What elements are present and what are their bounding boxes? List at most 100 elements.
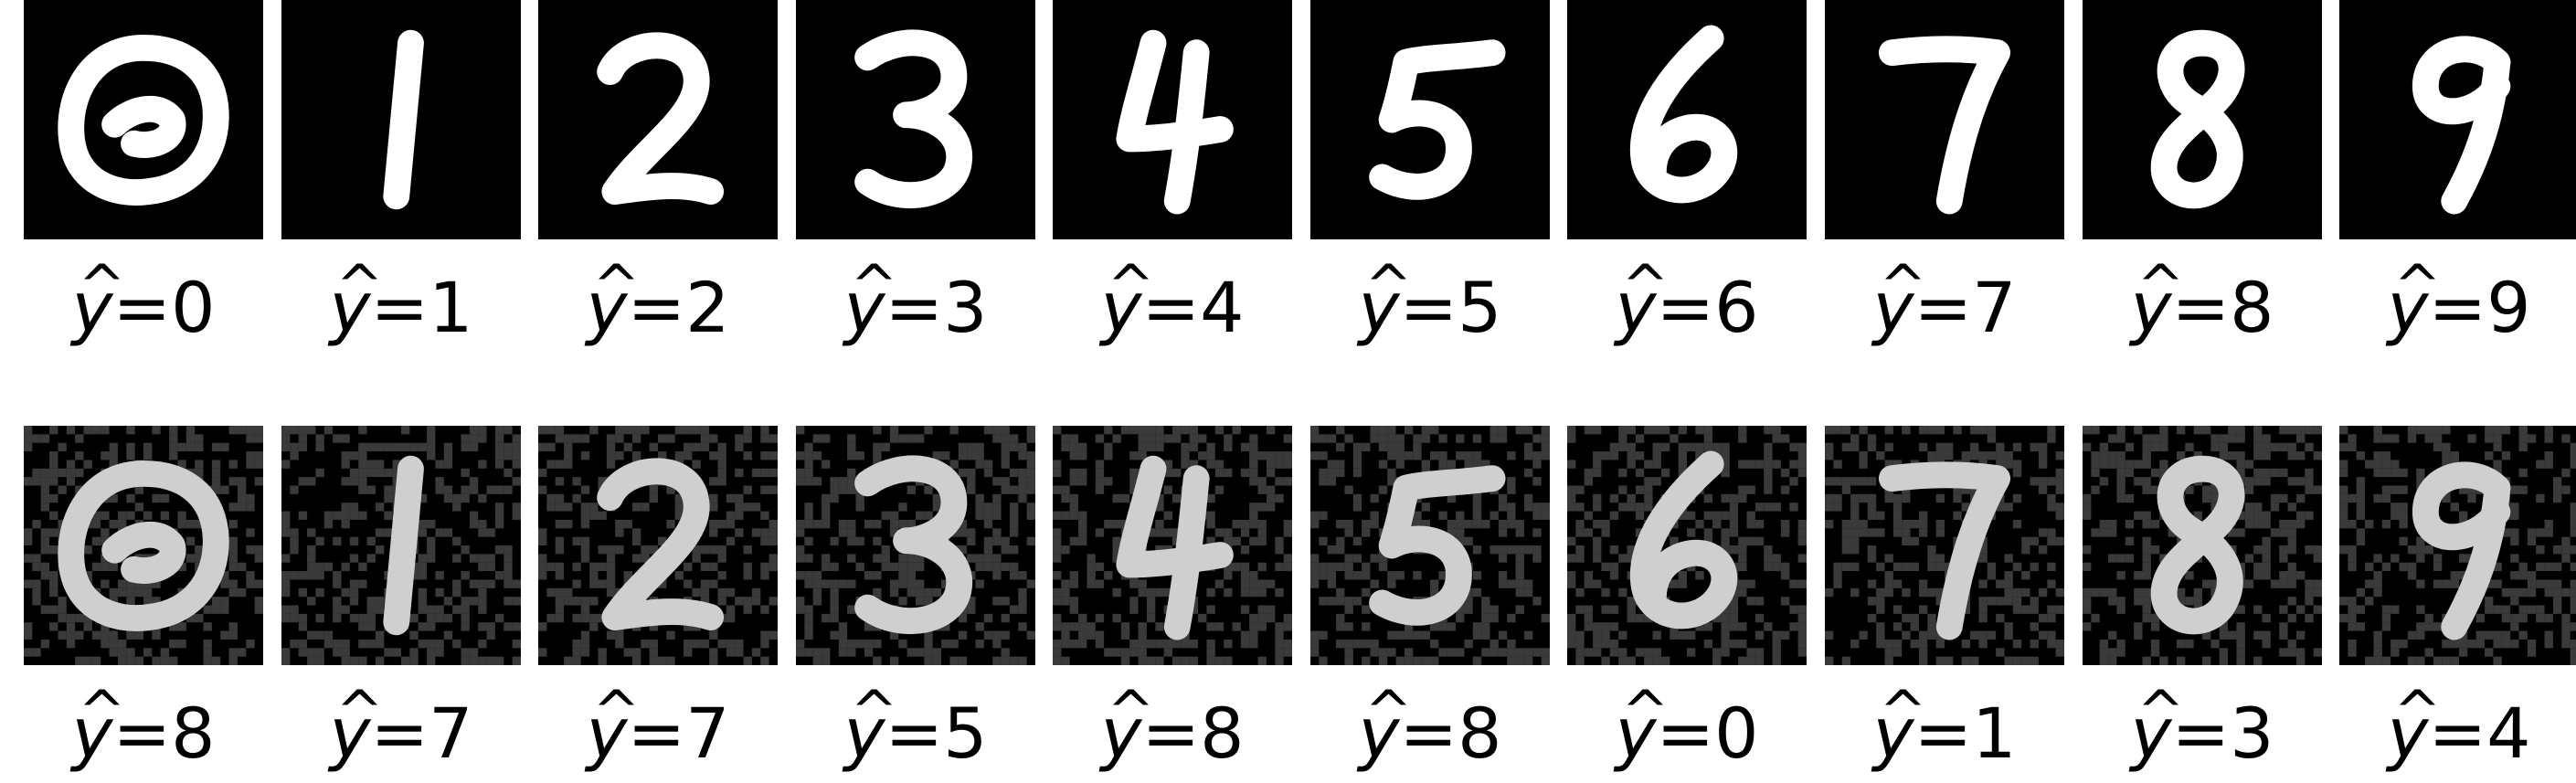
hat-accent: ^ [78,678,126,745]
prediction-caption: y ^ =8 [24,678,263,775]
digit-5-svg [1310,0,1550,239]
adversarial-digit-image [2339,426,2576,665]
adversarial-digit-image [1567,426,1807,665]
hat-accent: ^ [335,678,384,745]
clean-digit-image [281,0,521,239]
adversarial-digit-image [538,426,778,665]
prediction-caption: y ^ =6 [1567,252,1807,349]
digit-3-svg [796,0,1035,239]
prediction-caption: y ^ =2 [538,252,778,349]
hat-accent: ^ [1621,252,1670,319]
hat-accent: ^ [78,252,126,319]
clean-digit-image [24,0,263,239]
y-hat-symbol: y ^ [329,252,383,349]
prediction-caption: y ^ =7 [538,678,778,775]
digit-stroke [383,455,424,636]
predicted-label: 8 [2230,267,2274,348]
prediction-caption: y ^ =0 [24,252,263,349]
digit-7-svg [1825,426,2064,665]
hat-accent: ^ [1879,678,1927,745]
predicted-label: 5 [1458,267,1502,348]
y-hat-symbol: y ^ [1872,252,1926,349]
clean-digit-image [2083,0,2322,239]
y-hat-symbol: y ^ [2130,252,2184,349]
hat-accent: ^ [1364,252,1413,319]
prediction-caption: y ^ =1 [1825,678,2064,775]
adversarial-digit-image [24,426,263,665]
digit-1-svg [281,426,521,665]
y-hat-symbol: y ^ [843,252,897,349]
predicted-label: 8 [1200,693,1245,774]
digit-8-svg [2083,0,2322,239]
y-hat-symbol: y ^ [1358,252,1412,349]
y-hat-symbol: y ^ [71,252,125,349]
clean-digit-image [1567,0,1807,239]
prediction-caption: y ^ =8 [1053,678,1292,775]
clean-digit-image [796,0,1035,239]
y-hat-symbol: y ^ [2387,678,2441,775]
y-hat-symbol: y ^ [329,678,383,775]
y-hat-symbol: y ^ [1100,252,1154,349]
digit-stroke [383,29,424,210]
prediction-caption: y ^ =1 [281,252,521,349]
digit-9-svg [2339,426,2576,665]
adversarial-digit-image [281,426,521,665]
digit-4-svg [1053,0,1292,239]
hat-accent: ^ [2136,678,2185,745]
prediction-caption: y ^ =7 [281,678,521,775]
digit-cell: y ^ =7 [281,426,521,774]
digit-prediction-grid: y ^ =0 y ^ =1 y ^ =2 y ^ =3 y ^ =4 y ^ =5 y ^ =6 y ^ =7 y ^ =8 y ^ =9… [0,0,2576,783]
predicted-label: 3 [2230,693,2274,774]
digit-cell: y ^ =7 [1825,0,2064,348]
digit-cell: y ^ =3 [2083,426,2322,774]
predicted-label: 8 [171,693,216,774]
digit-cell: y ^ =0 [24,0,263,348]
digit-cell: y ^ =8 [1053,426,1292,774]
digit-3-svg [796,426,1035,665]
prediction-caption: y ^ =3 [2083,678,2322,775]
predicted-label: 6 [1714,267,1759,348]
predicted-label: 3 [943,267,988,348]
digit-cell: y ^ =6 [1567,0,1807,348]
digit-cell: y ^ =8 [2083,0,2322,348]
adversarial-digit-image [2083,426,2322,665]
predicted-label: 2 [685,267,730,348]
adversarial-digit-image [1053,426,1292,665]
digit-8-svg [2083,426,2322,665]
y-hat-symbol: y ^ [586,252,640,349]
y-hat-symbol: y ^ [1615,252,1669,349]
y-hat-symbol: y ^ [1872,678,1926,775]
hat-accent: ^ [1879,252,1927,319]
clean-digit-image [1825,0,2064,239]
adversarial-digit-image [796,426,1035,665]
digit-2-svg [538,426,778,665]
predicted-label: 5 [943,693,988,774]
digit-cell: y ^ =4 [2339,426,2576,774]
predicted-label: 8 [1458,693,1502,774]
hat-accent: ^ [2136,252,2185,319]
predicted-label: 4 [1200,267,1245,348]
hat-accent: ^ [850,252,898,319]
prediction-caption: y ^ =9 [2339,252,2576,349]
predicted-label: 7 [429,693,473,774]
digit-5-svg [1310,426,1550,665]
digit-cell: y ^ =4 [1053,0,1292,348]
y-hat-symbol: y ^ [586,678,640,775]
digit-9-svg [2339,0,2576,239]
hat-accent: ^ [850,678,898,745]
hat-accent: ^ [1621,678,1670,745]
hat-accent: ^ [2393,678,2442,745]
y-hat-symbol: y ^ [1615,678,1669,775]
prediction-caption: y ^ =7 [1825,252,2064,349]
hat-accent: ^ [1107,252,1155,319]
digit-cell: y ^ =9 [2339,0,2576,348]
clean-digit-image [2339,0,2576,239]
y-hat-symbol: y ^ [1100,678,1154,775]
y-hat-symbol: y ^ [843,678,897,775]
prediction-caption: y ^ =5 [796,678,1035,775]
adversarial-digit-image [1310,426,1550,665]
hat-accent: ^ [2393,252,2442,319]
predicted-label: 1 [1972,693,2017,774]
digit-cell: y ^ =8 [24,426,263,774]
digit-0-svg [24,0,263,239]
